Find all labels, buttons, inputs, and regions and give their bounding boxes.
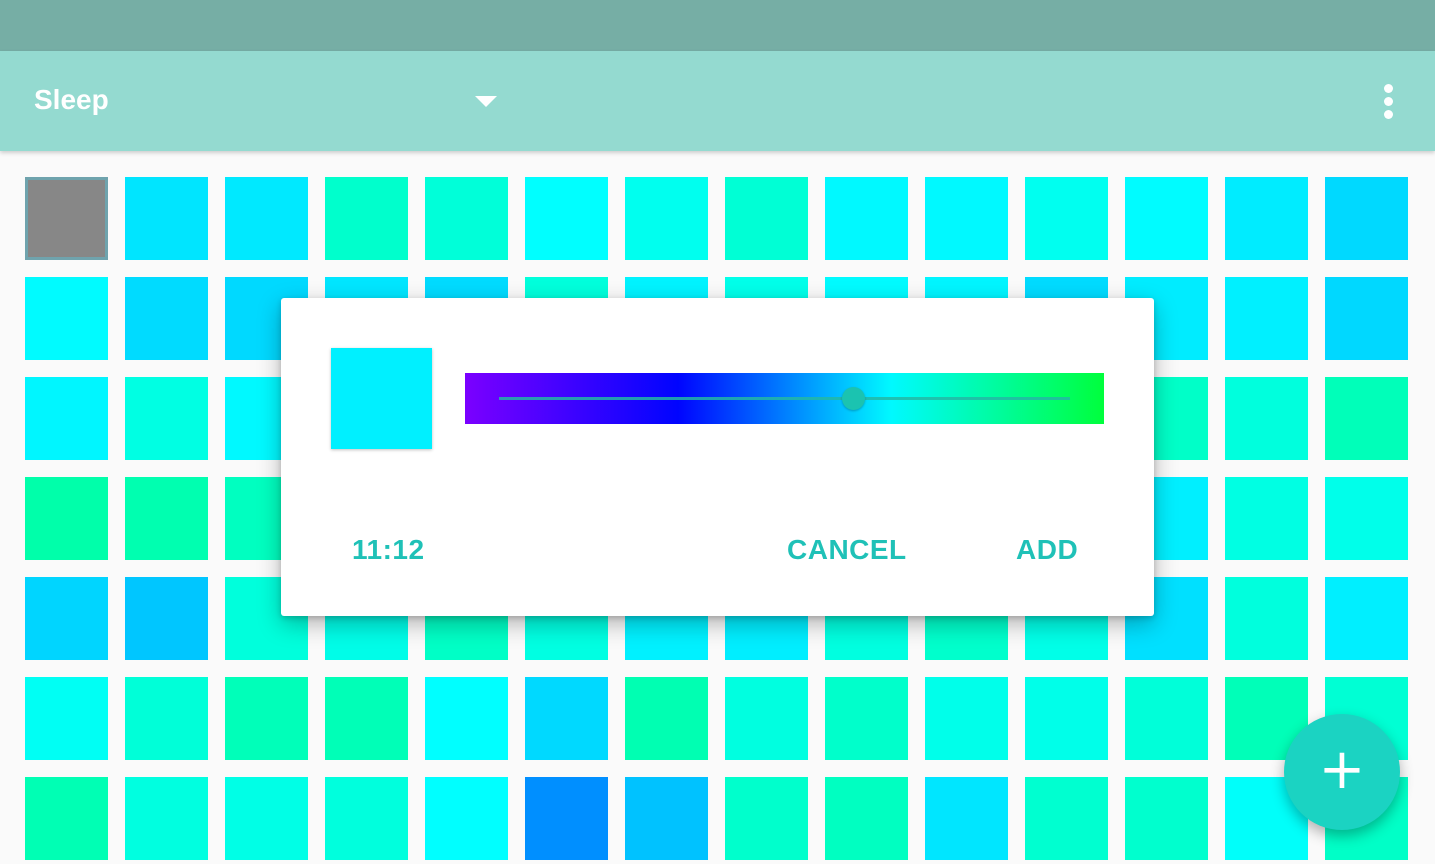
grid-cell[interactable]: [225, 777, 308, 860]
grid-cell[interactable]: [1125, 677, 1208, 760]
grid-cell[interactable]: [825, 177, 908, 260]
grid-cell[interactable]: [125, 777, 208, 860]
more-vert-icon[interactable]: [1369, 79, 1409, 123]
grid-cell[interactable]: [1025, 677, 1108, 760]
add-fab[interactable]: +: [1284, 714, 1400, 830]
slider-track: [499, 397, 1070, 400]
grid-cell[interactable]: [325, 677, 408, 760]
menu-dot: [1384, 110, 1393, 119]
color-preview-swatch: [331, 348, 432, 449]
grid-cell[interactable]: [125, 177, 208, 260]
grid-cell[interactable]: [925, 177, 1008, 260]
dropdown-arrow-icon: [475, 96, 497, 107]
category-spinner[interactable]: Sleep: [0, 51, 520, 151]
grid-cell[interactable]: [125, 477, 208, 560]
menu-dot: [1384, 97, 1393, 106]
category-spinner-label: Sleep: [34, 84, 109, 115]
plus-icon: +: [1318, 737, 1366, 802]
grid-cell[interactable]: [25, 477, 108, 560]
color-slider[interactable]: [465, 373, 1104, 424]
grid-cell[interactable]: [1225, 177, 1308, 260]
grid-cell[interactable]: [25, 277, 108, 360]
grid-cell[interactable]: [1125, 777, 1208, 860]
grid-cell[interactable]: [225, 677, 308, 760]
menu-dot: [1384, 84, 1393, 93]
app-bar: Sleep: [0, 51, 1435, 151]
grid-cell[interactable]: [1225, 377, 1308, 460]
slider-thumb[interactable]: [841, 387, 865, 410]
grid-cell[interactable]: [325, 177, 408, 260]
grid-cell[interactable]: [1125, 177, 1208, 260]
grid-cell[interactable]: [425, 177, 508, 260]
grid-cell[interactable]: [625, 177, 708, 260]
grid-cell[interactable]: [25, 177, 108, 260]
grid-cell[interactable]: [1025, 777, 1108, 860]
grid-cell[interactable]: [725, 177, 808, 260]
grid-cell[interactable]: [1025, 177, 1108, 260]
grid-cell[interactable]: [425, 677, 508, 760]
grid-cell[interactable]: [525, 677, 608, 760]
grid-cell[interactable]: [1225, 477, 1308, 560]
grid-cell[interactable]: [425, 777, 508, 860]
grid-cell[interactable]: [725, 777, 808, 860]
grid-cell[interactable]: [125, 377, 208, 460]
grid-cell[interactable]: [25, 777, 108, 860]
grid-cell[interactable]: [325, 777, 408, 860]
grid-cell[interactable]: [725, 677, 808, 760]
add-button[interactable]: ADD: [1016, 530, 1078, 570]
grid-cell[interactable]: [1325, 477, 1408, 560]
grid-cell[interactable]: [625, 777, 708, 860]
grid-cell[interactable]: [525, 777, 608, 860]
grid-cell[interactable]: [925, 677, 1008, 760]
status-bar: [0, 0, 1435, 51]
grid-cell[interactable]: [25, 677, 108, 760]
grid-cell[interactable]: [1325, 577, 1408, 660]
grid-cell[interactable]: [25, 577, 108, 660]
grid-cell[interactable]: [1325, 377, 1408, 460]
grid-cell[interactable]: [225, 177, 308, 260]
grid-cell[interactable]: [125, 277, 208, 360]
grid-cell[interactable]: [1225, 277, 1308, 360]
grid-cell[interactable]: [1325, 277, 1408, 360]
cancel-button[interactable]: CANCEL: [787, 530, 907, 570]
grid-cell[interactable]: [1325, 177, 1408, 260]
grid-cell[interactable]: [625, 677, 708, 760]
grid-cell[interactable]: [925, 777, 1008, 860]
grid-cell[interactable]: [125, 577, 208, 660]
grid-cell[interactable]: [1225, 577, 1308, 660]
time-button[interactable]: 11:12: [352, 530, 425, 570]
grid-cell[interactable]: [125, 677, 208, 760]
grid-cell[interactable]: [525, 177, 608, 260]
grid-cell[interactable]: [825, 677, 908, 760]
grid-cell[interactable]: [825, 777, 908, 860]
grid-cell[interactable]: [25, 377, 108, 460]
add-entry-dialog: 11:12 CANCEL ADD: [281, 298, 1154, 616]
